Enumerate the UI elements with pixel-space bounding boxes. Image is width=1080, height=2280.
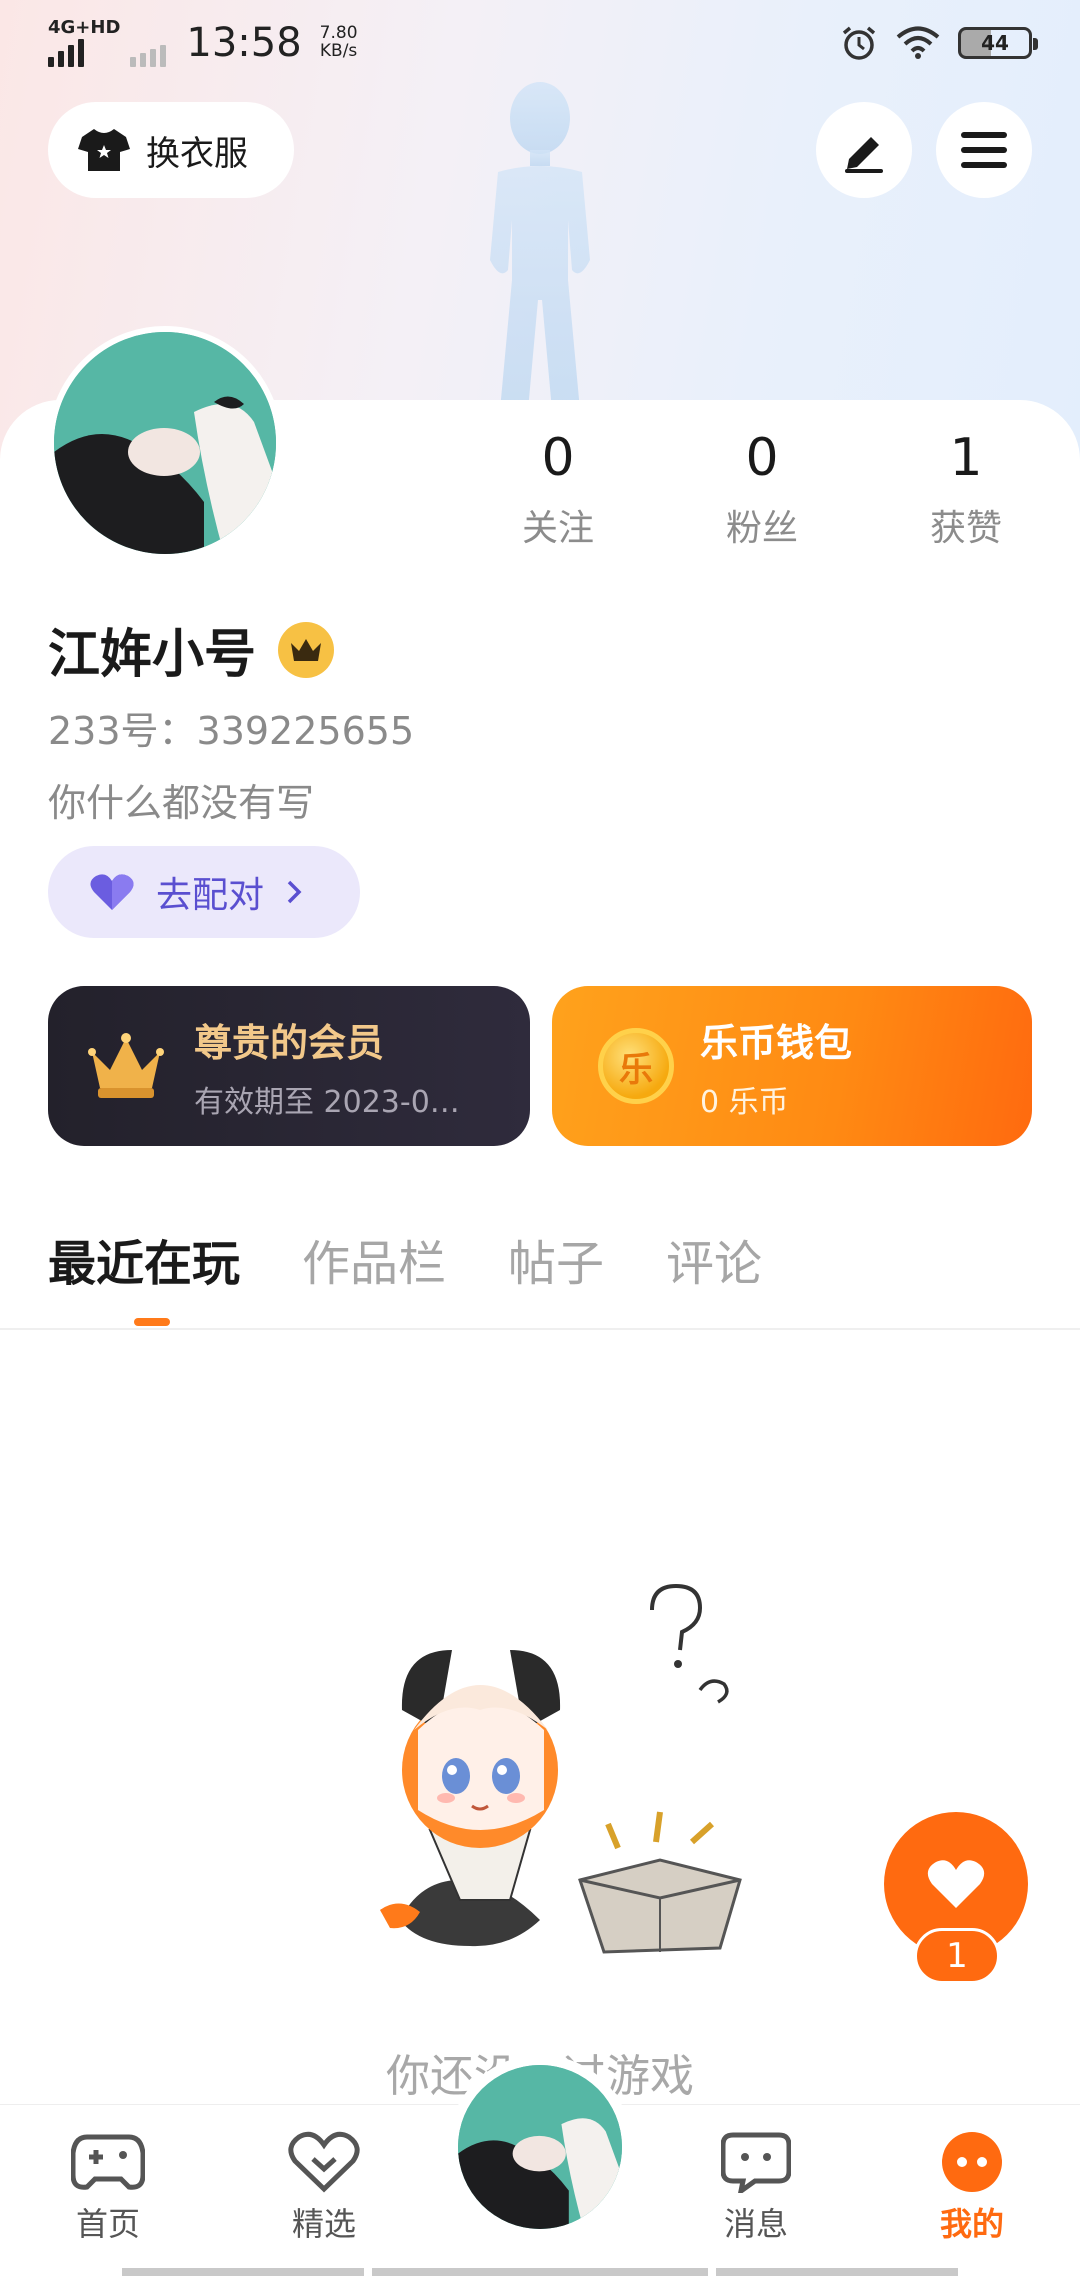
wifi-icon [896, 26, 940, 59]
profile-face-icon [942, 2132, 1002, 2192]
likes-count: 1 [949, 428, 983, 488]
nav-featured[interactable]: 精选 [254, 2131, 394, 2245]
nav-messages[interactable]: 消息 [686, 2131, 826, 2245]
menu-icon [961, 132, 1007, 168]
fans-count: 0 [745, 428, 779, 488]
nav-home-label: 首页 [75, 2205, 140, 2243]
change-outfit-label: 换衣服 [146, 133, 248, 174]
like-count-badge: 1 [914, 1928, 1000, 1984]
battery-icon: 44 [958, 27, 1038, 59]
nav-home[interactable]: 首页 [38, 2131, 178, 2245]
stat-fans[interactable]: 0 粉丝 [682, 428, 842, 551]
match-button[interactable]: 去配对 [48, 846, 360, 938]
avatar-image [458, 2065, 622, 2229]
likes-label: 获赞 [929, 508, 1002, 550]
following-count: 0 [541, 428, 575, 488]
crown-icon[interactable] [278, 621, 335, 678]
signal-icon [48, 37, 120, 67]
vip-card[interactable]: 尊贵的会员 有效期至 2023-0… [48, 986, 530, 1146]
heart-icon [927, 1860, 985, 1908]
tab-divider [0, 1328, 1080, 1330]
clock: 13:58 [186, 20, 302, 66]
nav-me[interactable]: 我的 [902, 2131, 1042, 2245]
net-speed: 7.80 KB/s [319, 23, 358, 61]
wallet-balance: 0 乐币 [700, 1084, 789, 1120]
tab-posts[interactable]: 帖子 [508, 1224, 604, 1294]
profile-stats: 0 关注 0 粉丝 1 获赞 [0, 428, 1080, 580]
chat-icon [721, 2132, 791, 2193]
wallet-card[interactable]: 乐 乐币钱包 0 乐币 [552, 986, 1032, 1146]
user-bio: 你什么都没有写 [48, 781, 315, 825]
home-indicator-segment [716, 2268, 958, 2276]
home-indicator-segment [372, 2268, 708, 2276]
nav-center-avatar[interactable] [448, 2055, 632, 2239]
name-row: 江姩小号 [48, 612, 335, 687]
match-label: 去配对 [156, 875, 265, 916]
avatar-3d-figure [490, 82, 590, 410]
chevron-right-icon [287, 880, 302, 904]
status-bar: 4G+HD 13:58 7.80 KB/s 44 [0, 0, 1080, 86]
bottom-nav: 首页 精选 消息 我的 [0, 2055, 1080, 2280]
vip-title: 尊贵的会员 [194, 1020, 385, 1065]
home-indicator-segment [122, 2268, 364, 2276]
tab-recent[interactable]: 最近在玩 [48, 1224, 240, 1294]
profile-tabs: 最近在玩 作品栏 帖子 评论 [48, 1224, 762, 1294]
empty-state-illustration [380, 1583, 742, 1954]
edit-icon [845, 137, 883, 173]
menu-button[interactable] [936, 102, 1032, 198]
user-name: 江姩小号 [48, 625, 257, 685]
tab-indicator [134, 1318, 170, 1326]
gamepad-icon [71, 2134, 145, 2190]
stat-following[interactable]: 0 关注 [478, 428, 638, 551]
alarm-icon [842, 26, 876, 60]
user-id: 233号：339225655 [48, 709, 415, 753]
vip-crown-icon [88, 1033, 164, 1098]
following-label: 关注 [521, 508, 594, 550]
tab-comments[interactable]: 评论 [666, 1224, 762, 1294]
nav-messages-label: 消息 [723, 2205, 788, 2243]
network-type: 4G+HD [48, 17, 121, 38]
tab-works[interactable]: 作品栏 [302, 1224, 446, 1294]
heart-outline-icon [288, 2131, 360, 2193]
edit-profile-button[interactable] [816, 102, 912, 198]
signal-2-icon [130, 37, 167, 67]
vip-expiry: 有效期至 2023-0… [194, 1084, 460, 1120]
wallet-title: 乐币钱包 [700, 1020, 853, 1065]
tshirt-icon [78, 129, 130, 171]
stat-likes[interactable]: 1 获赞 [886, 428, 1046, 551]
fans-label: 粉丝 [725, 508, 798, 550]
nav-me-label: 我的 [939, 2205, 1004, 2243]
coin-icon: 乐 [598, 1028, 674, 1104]
nav-featured-label: 精选 [291, 2205, 356, 2243]
heart-icon [90, 874, 134, 910]
change-outfit-button[interactable]: 换衣服 [48, 102, 294, 198]
